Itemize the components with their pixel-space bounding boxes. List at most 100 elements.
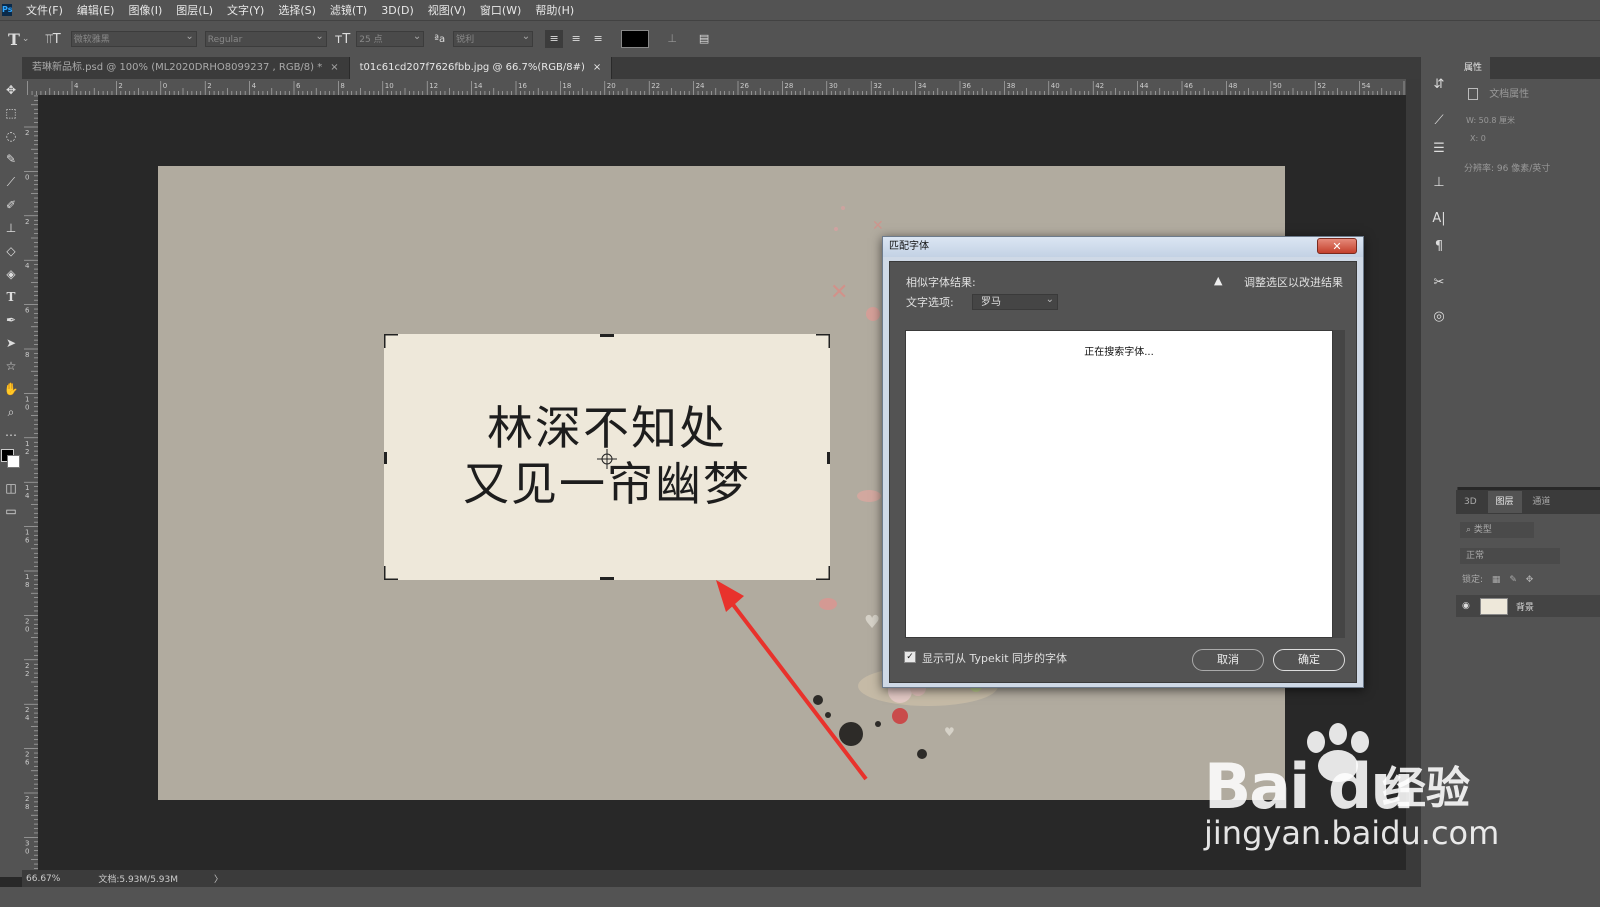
layer-name[interactable]: 背景 <box>1516 600 1534 613</box>
menu-image[interactable]: 图像(I) <box>128 2 162 18</box>
ruler-label: 8 <box>340 82 344 90</box>
ruler-label: 1 <box>25 529 29 537</box>
tab-label: t01c61cd207f7626fbb.jpg @ 66.7%(RGB/8#) <box>359 62 585 73</box>
ruler-label: 4 <box>252 82 257 90</box>
hand-tool-icon[interactable]: ✋ <box>0 378 22 401</box>
warp-text-icon[interactable]: ⊥ <box>663 30 681 48</box>
adjustments-icon[interactable]: ☰ <box>1421 135 1457 163</box>
lock-pixels-icon[interactable]: ▦ <box>1492 575 1501 585</box>
ruler-label: 6 <box>25 537 30 545</box>
type-tool-icon[interactable]: T <box>0 286 22 309</box>
font-results-list[interactable]: 正在搜索字体... <box>905 330 1333 638</box>
ruler-label: 6 <box>25 307 30 315</box>
font-family-select[interactable]: 微软雅黑 <box>70 29 197 47</box>
vertical-ruler-ticks: 2024681012141618202224262830 <box>24 95 38 869</box>
layer-kind-filter[interactable]: 类型 <box>1474 525 1492 535</box>
pen-tool-icon[interactable]: ✒ <box>0 309 22 332</box>
align-right-icon[interactable]: ≡ <box>589 30 607 48</box>
shape-tool-icon[interactable]: ☆ <box>0 355 22 378</box>
tab-label: 若琳新品标.psd @ 100% (ML2020DRHO8099237 , RG… <box>32 62 323 73</box>
character-panel-icon[interactable]: ▤ <box>695 30 713 48</box>
menu-layer[interactable]: 图层(L) <box>176 2 213 18</box>
bucket-tool-icon[interactable]: ◈ <box>0 263 22 286</box>
watermark-url: jingyan.baidu.com <box>1204 814 1500 852</box>
resolution-value: 分辨率: 96 像素/英寸 <box>1464 164 1551 174</box>
blend-mode-select[interactable]: 正常 <box>1460 548 1560 564</box>
ruler-label: 6 <box>296 82 301 90</box>
menu-type[interactable]: 文字(Y) <box>227 2 264 18</box>
marquee-tool-icon[interactable]: ⬚ <box>0 102 22 125</box>
antialias-select[interactable]: 锐利 <box>453 29 534 47</box>
character-icon[interactable]: A| <box>1421 205 1457 233</box>
more-tools-icon[interactable]: ⋯ <box>0 424 22 447</box>
tab-properties[interactable]: 属性 <box>1456 57 1491 79</box>
align-left-icon[interactable]: ≡ <box>545 30 564 48</box>
tab-layers[interactable]: 图层 <box>1487 491 1522 513</box>
libraries-icon[interactable]: ◎ <box>1421 303 1457 331</box>
quick-mask-icon[interactable]: ◫ <box>0 477 22 500</box>
text-layer-box[interactable]: 林深不知处 又见一帘幽梦 <box>384 334 830 580</box>
brush-tool-icon[interactable]: ✐ <box>0 194 22 217</box>
menu-help[interactable]: 帮助(H) <box>535 2 574 18</box>
horizontal-ruler: 4 2 0 2 4 6 8 10 12 14 16 18 20 22 24 26 28 30 32 34 36 38 40 4… <box>22 79 1406 95</box>
clone-source-icon[interactable]: ⊥ <box>1421 169 1457 197</box>
lock-position-icon[interactable]: ✥ <box>1526 575 1534 585</box>
ruler-label: 20 <box>607 82 616 90</box>
transform-handles[interactable] <box>384 334 830 580</box>
tab-document-2[interactable]: t01c61cd207f7626fbb.jpg @ 66.7%(RGB/8#) × <box>349 57 613 79</box>
results-scrollbar[interactable] <box>1333 330 1345 638</box>
type-tool-icon[interactable]: T <box>8 30 20 49</box>
zoom-level[interactable]: 66.67% <box>26 874 60 884</box>
brush-settings-icon[interactable]: ⟋ <box>1421 107 1457 135</box>
tool-preset-chevron-icon[interactable]: ⌄ <box>22 34 30 44</box>
background-color-swatch[interactable] <box>7 455 20 468</box>
text-orientation-icon[interactable]: ⫪T <box>45 32 60 47</box>
stamp-tool-icon[interactable]: ⊥ <box>0 217 22 240</box>
tools-preset-icon[interactable]: ✂ <box>1421 269 1457 297</box>
ruler-label: 36 <box>962 82 971 90</box>
zoom-tool-icon[interactable]: ⌕ <box>0 401 22 424</box>
close-tab-icon[interactable]: × <box>593 62 601 73</box>
lasso-tool-icon[interactable]: ◌ <box>0 125 22 148</box>
menu-3d[interactable]: 3D(D) <box>381 4 414 17</box>
menu-view[interactable]: 视图(V) <box>428 2 466 18</box>
tab-channels[interactable]: 通道 <box>1524 491 1558 513</box>
lock-paint-icon[interactable]: ✎ <box>1509 575 1517 585</box>
ok-button[interactable]: 确定 <box>1273 649 1345 671</box>
menu-file[interactable]: 文件(F) <box>26 2 63 18</box>
close-tab-icon[interactable]: × <box>330 62 338 73</box>
layer-row-background[interactable]: ◉ 背景 <box>1456 595 1600 617</box>
path-select-tool-icon[interactable]: ➤ <box>0 332 22 355</box>
move-tool-icon[interactable]: ✥ <box>0 79 22 102</box>
typekit-checkbox[interactable]: ✓ <box>904 651 916 663</box>
paragraph-icon[interactable]: ¶ <box>1421 233 1457 261</box>
menu-window[interactable]: 窗口(W) <box>480 2 521 18</box>
tab-3d[interactable]: 3D <box>1456 491 1485 513</box>
document-tabs: 若琳新品标.psd @ 100% (ML2020DRHO8099237 , RG… <box>22 57 1420 79</box>
cancel-button[interactable]: 取消 <box>1192 649 1264 671</box>
text-option-select[interactable]: 罗马 <box>972 292 1058 310</box>
visibility-eye-icon[interactable]: ◉ <box>1462 601 1470 611</box>
close-button[interactable]: ✕ <box>1317 238 1357 254</box>
ruler-label: 4 <box>25 262 30 270</box>
menu-select[interactable]: 选择(S) <box>278 2 316 18</box>
menu-filter[interactable]: 滤镜(T) <box>330 2 367 18</box>
eraser-tool-icon[interactable]: ◇ <box>0 240 22 263</box>
font-size-select[interactable]: 25 点 <box>356 29 425 47</box>
align-center-icon[interactable]: ≡ <box>567 30 585 48</box>
tab-document-1[interactable]: 若琳新品标.psd @ 100% (ML2020DRHO8099237 , RG… <box>22 57 350 79</box>
color-swatches[interactable] <box>0 447 22 471</box>
text-color-swatch[interactable] <box>621 30 650 48</box>
menu-edit[interactable]: 编辑(E) <box>77 2 115 18</box>
screen-mode-icon[interactable]: ▭ <box>0 500 22 523</box>
document-icon <box>1468 88 1478 100</box>
status-menu-icon[interactable]: 〉 <box>214 872 223 885</box>
quick-select-tool-icon[interactable]: ✎ <box>0 148 22 171</box>
eyedropper-tool-icon[interactable]: ⟋ <box>0 171 22 194</box>
ruler-label: 6 <box>25 759 30 767</box>
horizontal-ruler-ticks: 4 2 0 2 4 6 8 10 12 14 16 18 20 22 24 26 28 30 32 34 36 38 40 4… <box>27 81 1405 95</box>
font-style-select[interactable]: Regular <box>204 29 327 47</box>
typekit-checkbox-label[interactable]: 显示可从 Typekit 同步的字体 <box>922 650 1067 666</box>
history-icon[interactable]: ⇵ <box>1421 71 1457 99</box>
warning-text: 调整选区以改进结果 <box>1244 276 1343 289</box>
